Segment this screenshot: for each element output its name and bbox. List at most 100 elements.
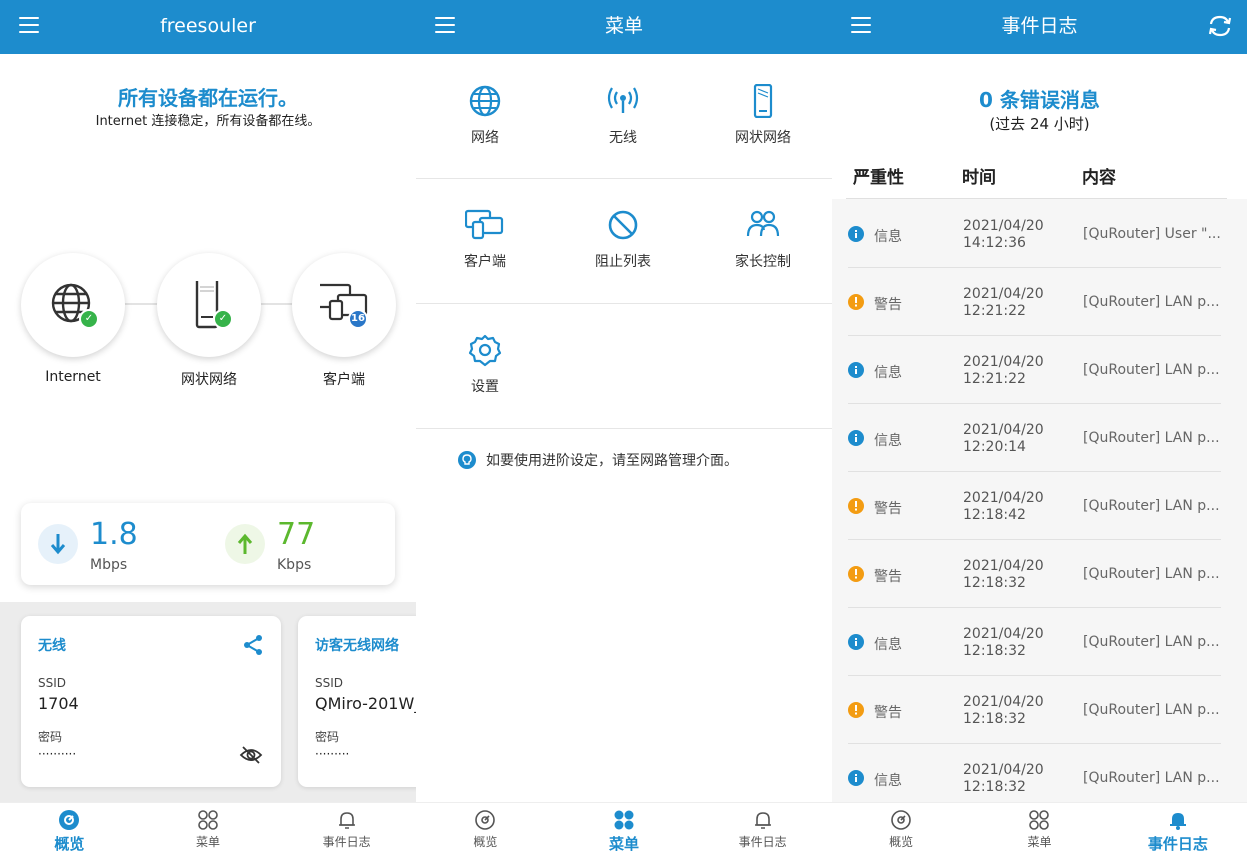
table-row[interactable]: 警告 2021/04/20 12:18:42 [QuRouter] LAN p..… (848, 472, 1221, 540)
menu-item-label: 无线 (609, 130, 637, 146)
router-icon (753, 84, 773, 118)
nav-menu[interactable]: 菜单 (970, 803, 1108, 855)
divider (846, 198, 1227, 199)
nav-label: 概览 (54, 835, 85, 853)
download-unit: Mbps (90, 557, 128, 573)
nav-menu[interactable]: 菜单 (555, 803, 694, 855)
event-content: [QuRouter] LAN p... (1083, 294, 1220, 310)
nav-eventlog[interactable]: 事件日志 (1109, 803, 1247, 855)
table-row[interactable]: 警告 2021/04/20 12:18:32 [QuRouter] LAN p..… (848, 676, 1221, 744)
nav-label: 菜单 (1027, 835, 1052, 849)
share-icon[interactable] (242, 634, 264, 656)
upload-icon (225, 524, 265, 564)
dashboard-icon (891, 810, 911, 830)
wireless-card[interactable]: 无线 SSID 1704 密码 ·········· (21, 616, 281, 787)
event-content: [QuRouter] LAN p... (1083, 430, 1220, 446)
table-row[interactable]: 警告 2021/04/20 12:18:32 [QuRouter] LAN p..… (848, 540, 1221, 608)
divider (416, 303, 832, 304)
event-content: [QuRouter] LAN p... (1083, 362, 1220, 378)
page-title: 菜单 (604, 15, 643, 37)
password-mask: ·········· (38, 747, 77, 761)
warning-icon (848, 294, 864, 310)
eye-off-icon[interactable] (239, 745, 263, 765)
warning-icon (848, 702, 864, 718)
menu-screen: 菜单 网络 无线 网状网络 客户端 阻止列表 家长控制 设置 如要使用进阶设定，… (416, 0, 832, 855)
table-row[interactable]: 信息 2021/04/20 14:12:36 [QuRouter] User ".… (848, 200, 1221, 268)
menu-item-mesh[interactable]: 网状网络 (694, 84, 832, 147)
column-header-content[interactable]: 内容 (1082, 163, 1116, 188)
severity-text: 警告 (874, 297, 902, 313)
block-icon (608, 210, 638, 240)
event-content: [QuRouter] LAN p... (1083, 634, 1220, 650)
tip-text: 如要使用进阶设定，请至网路管理介面。 (486, 453, 738, 469)
event-date: 2021/04/20 (963, 422, 1044, 438)
column-header-time[interactable]: 时间 (962, 163, 996, 188)
connector-line (256, 303, 296, 305)
nav-eventlog[interactable]: 事件日志 (277, 803, 416, 855)
column-header-severity[interactable]: 严重性 (853, 163, 904, 188)
event-date: 2021/04/20 (963, 286, 1044, 302)
menu-item-label: 设置 (471, 379, 499, 395)
nav-label: 概览 (889, 835, 914, 849)
event-clock: 12:21:22 (963, 303, 1026, 319)
severity-text: 信息 (874, 229, 902, 245)
menu-item-wireless[interactable]: 无线 (554, 84, 692, 147)
top-bar: 菜单 (416, 0, 832, 54)
info-icon (848, 770, 864, 786)
nav-eventlog[interactable]: 事件日志 (693, 803, 832, 855)
bottom-nav: 概览 菜单 事件日志 (832, 802, 1247, 855)
nav-label: 事件日志 (322, 835, 371, 849)
event-clock: 12:18:32 (963, 779, 1026, 795)
ssid-label: SSID (315, 676, 344, 690)
page-title: 事件日志 (1001, 15, 1078, 37)
nav-label: 事件日志 (738, 835, 787, 849)
severity-text: 警告 (874, 501, 902, 517)
menu-item-clients[interactable]: 客户端 (416, 208, 554, 271)
ssid-label: SSID (38, 676, 67, 690)
info-icon (848, 362, 864, 378)
nav-label: 菜单 (196, 835, 221, 849)
info-icon (848, 634, 864, 650)
speed-card: 1.8 Mbps 77 Kbps (21, 503, 395, 585)
advanced-settings-tip: 如要使用进阶设定，请至网路管理介面。 (458, 450, 738, 470)
guest-wireless-card[interactable]: 访客无线网络 SSID QMiro-201W_ 密码 ········· (298, 616, 416, 787)
nav-label: 事件日志 (1147, 835, 1208, 853)
gear-icon (468, 334, 502, 367)
error-count: 0 条错误消息 (979, 88, 1100, 112)
event-time: 2021/04/20 14:12:36 (963, 218, 1044, 252)
menu-item-blocklist[interactable]: 阻止列表 (554, 208, 692, 271)
table-row[interactable]: 信息 2021/04/20 12:18:32 [QuRouter] LAN p..… (848, 608, 1221, 676)
mesh-node[interactable]: ✓ (157, 253, 261, 357)
parental-icon (746, 210, 780, 237)
table-row[interactable]: 信息 2021/04/20 12:21:22 [QuRouter] LAN p..… (848, 336, 1221, 404)
internet-node[interactable]: ✓ (21, 253, 125, 357)
eventlog-screen: 事件日志 0 条错误消息 (过去 24 小时) 严重性 时间 内容 信息 202… (832, 0, 1247, 855)
ssid-value: 1704 (38, 694, 79, 713)
event-time: 2021/04/20 12:18:32 (963, 558, 1044, 592)
event-date: 2021/04/20 (963, 558, 1044, 574)
event-time: 2021/04/20 12:18:42 (963, 490, 1044, 524)
event-time: 2021/04/20 12:20:14 (963, 422, 1044, 456)
clients-icon (465, 209, 504, 240)
table-row[interactable]: 警告 2021/04/20 12:21:22 [QuRouter] LAN p..… (848, 268, 1221, 336)
nav-overview[interactable]: 概览 (832, 803, 970, 855)
severity-text: 信息 (874, 773, 902, 789)
bottom-nav: 概览 菜单 事件日志 (0, 802, 416, 855)
divider (416, 178, 832, 179)
nav-overview[interactable]: 概览 (0, 803, 139, 855)
event-clock: 14:12:36 (963, 235, 1026, 251)
table-row[interactable]: 信息 2021/04/20 12:20:14 [QuRouter] LAN p..… (848, 404, 1221, 472)
nav-menu[interactable]: 菜单 (139, 803, 278, 855)
nav-overview[interactable]: 概览 (416, 803, 555, 855)
globe-icon (469, 85, 501, 117)
severity-text: 信息 (874, 433, 902, 449)
nav-label: 菜单 (609, 835, 640, 853)
menu-item-parental[interactable]: 家长控制 (694, 208, 832, 271)
menu-item-network[interactable]: 网络 (416, 84, 554, 147)
refresh-icon[interactable] (1205, 11, 1235, 41)
menu-item-settings[interactable]: 设置 (416, 333, 554, 396)
clients-node[interactable]: 16 (292, 253, 396, 357)
download-icon (38, 524, 78, 564)
status-subtitle: Internet 连接稳定，所有设备都在线。 (95, 114, 321, 129)
event-content: [QuRouter] User "... (1083, 226, 1221, 242)
